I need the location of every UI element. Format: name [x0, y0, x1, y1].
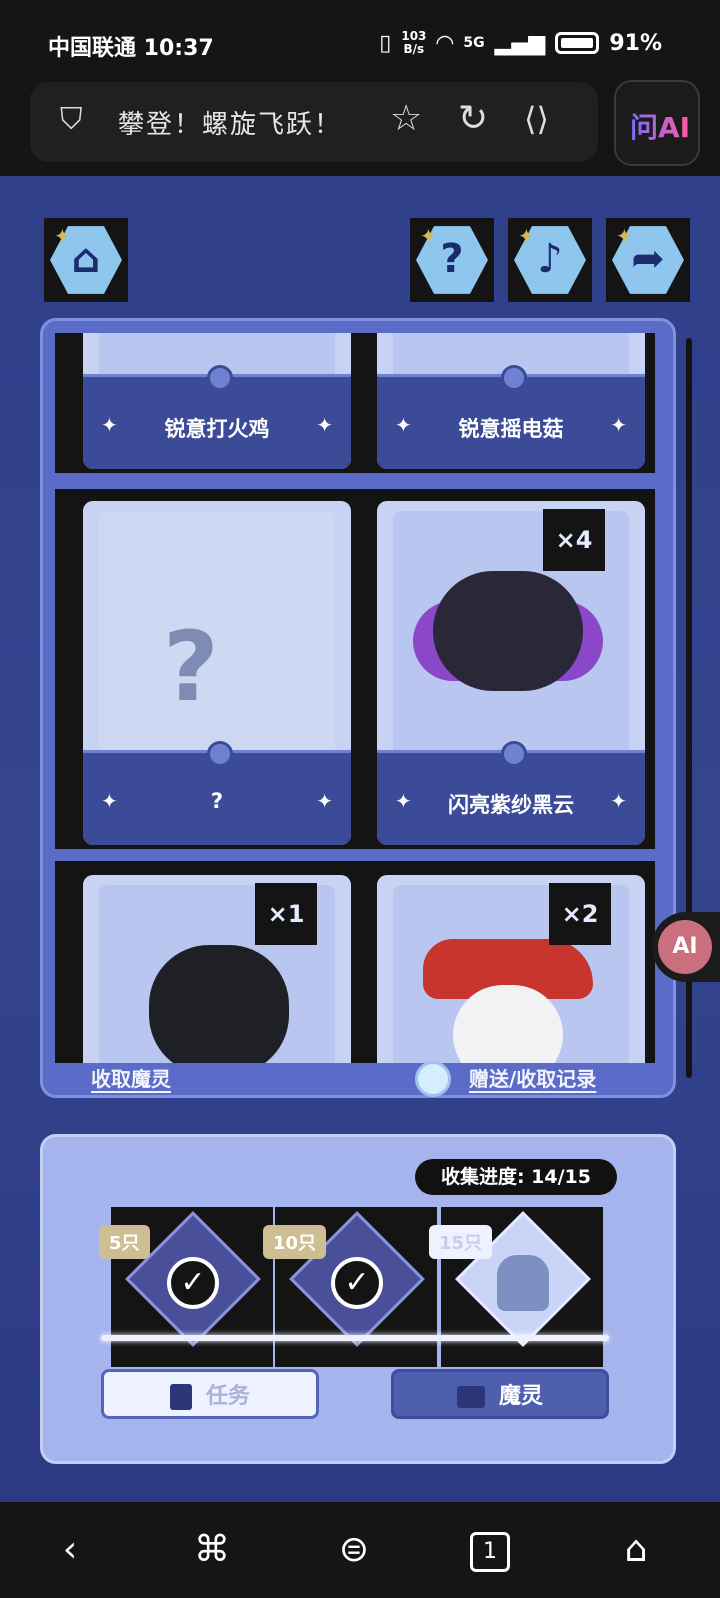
share-arrow-icon: ➦ [631, 236, 665, 282]
card-count-badge: ×1 [255, 883, 317, 945]
collect-spirit-link[interactable]: 收取魔灵 [91, 1063, 171, 1092]
refresh-icon[interactable]: ↻ [458, 98, 488, 139]
home-icon: ⌂ [71, 236, 101, 282]
spirit-card[interactable]: ✦ 锐意摇电菇 ✦ [377, 333, 645, 469]
apps-icon[interactable]: ⌘ [188, 1526, 236, 1574]
tabs-count-icon[interactable]: 1 [470, 1532, 510, 1572]
progress-bar [101, 1335, 609, 1341]
status-icons: ▯ 103 B/s ◠ 5G ▂▄▆ 91% [379, 30, 662, 56]
spirit-card[interactable]: ×2 [377, 875, 645, 1063]
album-row: ✦ 锐意打火鸡 ✦ ✦ 锐意摇电菇 ✦ [55, 333, 655, 473]
battery-percent: 91% [609, 30, 662, 56]
star-icon[interactable]: ☆ [390, 98, 422, 139]
net-speed: 103 B/s [401, 29, 427, 56]
translate-icon: AI [658, 920, 712, 974]
spirit-name: 锐意摇电菇 [458, 417, 564, 441]
album-row: ×1 ×2 [55, 861, 655, 1063]
music-note-icon: ♪ [537, 236, 563, 282]
spirit-button[interactable]: 魔灵 [391, 1369, 609, 1419]
carrier-time: 中国联通 10:37 [48, 36, 214, 61]
network-type: 5G [463, 35, 485, 51]
record-icon [415, 1061, 451, 1097]
spirit-name: 闪亮紫纱黑云 [448, 793, 574, 817]
reward-tier[interactable]: ✓ 5只 [99, 1207, 273, 1367]
home-nav-icon[interactable]: ⌂ [612, 1526, 660, 1574]
spirit-button-label: 魔灵 [498, 1384, 543, 1409]
spirit-card-unknown[interactable]: ? ✦ ? ✦ [83, 501, 351, 845]
menu-icon[interactable]: ⊜ [330, 1526, 378, 1574]
question-icon: ? [440, 236, 464, 282]
browser-nav-bar: ‹ ⌘ ⊜ 1 ⌂ [0, 1502, 720, 1598]
signal-icon: ▂▄▆ [494, 30, 546, 56]
ask-ai-button[interactable]: 问AI [614, 80, 700, 166]
card-count-badge: ×4 [543, 509, 605, 571]
document-check-icon [169, 1384, 192, 1410]
spirit-name: ? [210, 789, 224, 813]
purple-cloud-creature [433, 571, 583, 691]
vibrate-icon: ▯ [379, 30, 392, 56]
claimed-check-icon: ✓ [331, 1257, 383, 1309]
page-title: 攀登！螺旋飞跃！ [118, 110, 343, 140]
address-bar[interactable]: ⛉ 攀登！螺旋飞跃！ ☆ ↻ ⟨⟩ [30, 82, 598, 162]
spirit-card[interactable]: ×1 [83, 875, 351, 1063]
tier-tag: 10只 [263, 1225, 327, 1259]
music-button[interactable]: ✦ ♪ [508, 218, 592, 302]
home-button[interactable]: ✦ ⌂ [44, 218, 128, 302]
share-game-button[interactable]: ✦ ➦ [606, 218, 690, 302]
status-bar: 中国联通 10:37 ▯ 103 B/s ◠ 5G ▂▄▆ 91% [0, 0, 720, 88]
claimed-check-icon: ✓ [167, 1257, 219, 1309]
ask-ai-label: 问AI [630, 106, 690, 146]
tier-tag: 15只 [429, 1225, 493, 1259]
tier-tag: 5只 [99, 1225, 150, 1259]
reward-tier[interactable]: ✓ 10只 [263, 1207, 437, 1367]
spirit-name: 锐意打火鸡 [164, 417, 270, 441]
spirit-album-panel: ✦ 锐意打火鸡 ✦ ✦ 锐意摇电菇 ✦ ? ✦ ? ✦ ×4 ✦ 闪亮紫纱黑云 … [40, 318, 676, 1098]
help-button[interactable]: ✦ ? [410, 218, 494, 302]
spirit-card[interactable]: ✦ 锐意打火鸡 ✦ [83, 333, 351, 469]
back-icon[interactable]: ‹ [46, 1526, 94, 1574]
card-count-badge: ×2 [549, 883, 611, 945]
spirit-card[interactable]: ×4 ✦ 闪亮紫纱黑云 ✦ [377, 501, 645, 845]
album-row: ? ✦ ? ✦ ×4 ✦ 闪亮紫纱黑云 ✦ [55, 489, 655, 849]
share-icon[interactable]: ⟨⟩ [524, 100, 549, 138]
translate-float-button[interactable]: AI [652, 912, 720, 982]
folder-icon [456, 1386, 485, 1408]
collection-progress-panel: 收集进度: 14/15 ✓ 5只 ✓ 10只 15只 任务 魔灵 [40, 1134, 676, 1464]
progress-label: 收集进度: 14/15 [415, 1159, 617, 1195]
wifi-icon: ◠ [436, 30, 454, 56]
gift-record-link[interactable]: 赠送/收取记录 [469, 1063, 596, 1092]
cat-box-reward-icon [497, 1255, 549, 1311]
shield-icon: ⛉ [60, 102, 83, 137]
task-button-label: 任务 [205, 1384, 250, 1409]
black-goat-creature [149, 945, 289, 1063]
battery-icon [555, 32, 600, 54]
unknown-question-mark: ? [163, 611, 219, 723]
reward-tier[interactable]: 15只 [429, 1207, 603, 1367]
task-button[interactable]: 任务 [101, 1369, 319, 1419]
